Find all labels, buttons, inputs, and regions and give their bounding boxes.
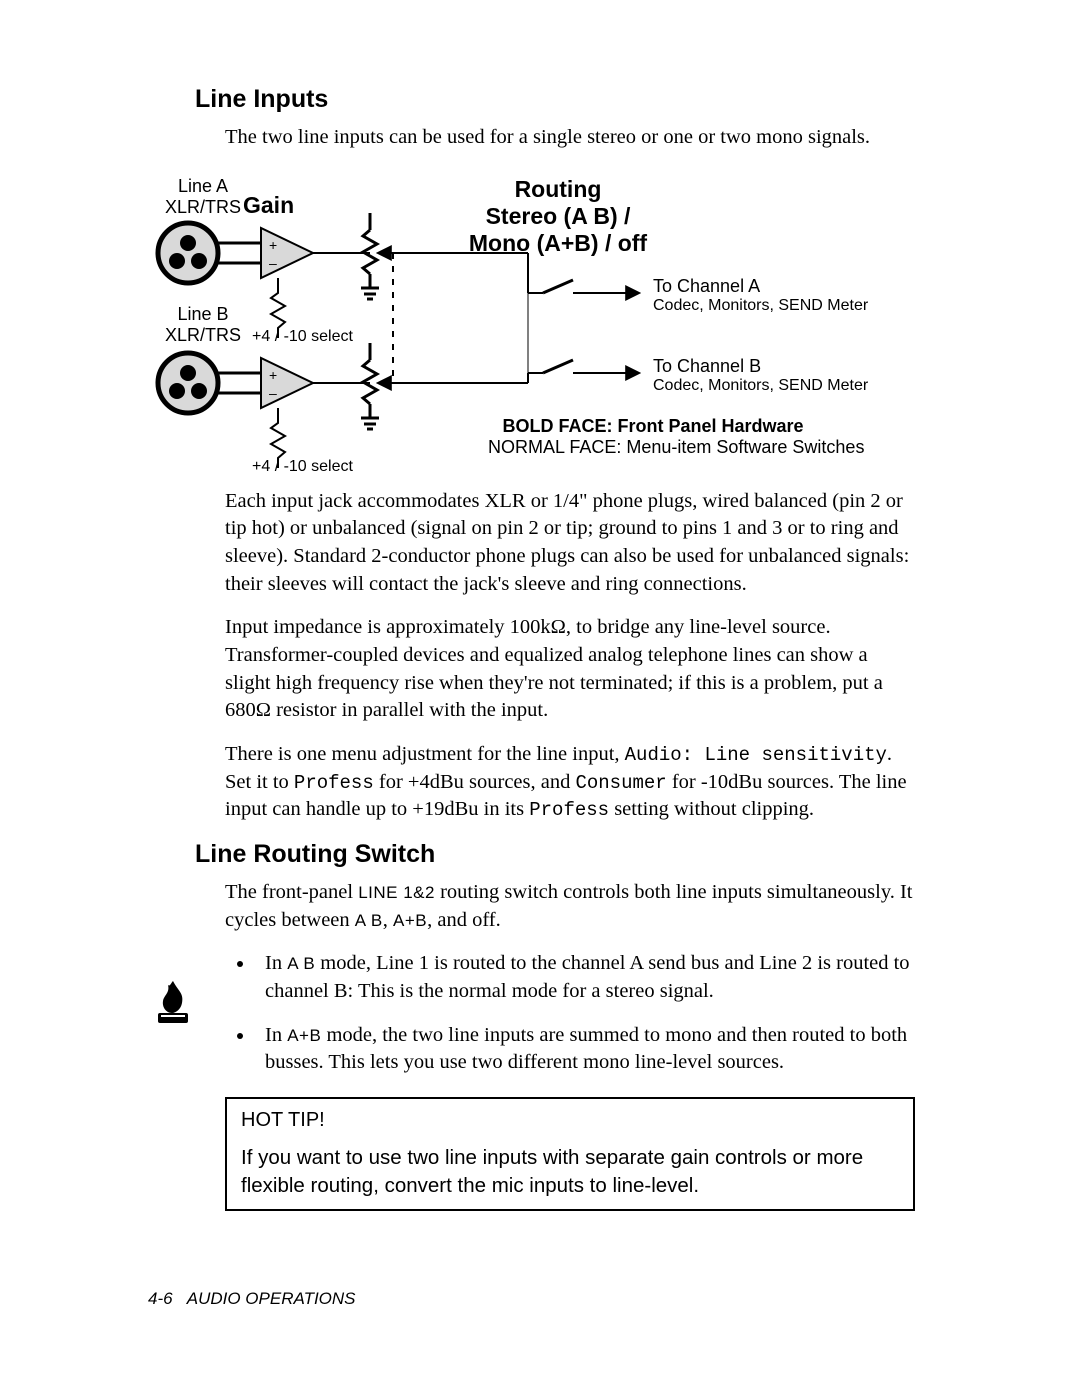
svg-text:–: – <box>269 255 277 271</box>
heading-line-inputs: Line Inputs <box>195 85 915 114</box>
list-item: In A+B mode, the two line inputs are sum… <box>255 1022 915 1077</box>
svg-text:+: + <box>269 367 277 383</box>
flame-icon <box>148 977 198 1027</box>
svg-text:+: + <box>269 237 277 253</box>
page-footer: 4-6 AUDIO OPERATIONS <box>148 1289 356 1309</box>
xlr-icon <box>158 353 218 413</box>
list-item: In A B mode, Line 1 is routed to the cha… <box>255 950 915 1005</box>
label-line-b: Line BXLR/TRS <box>158 304 248 346</box>
hot-tip-heading: HOT TIP! <box>241 1107 899 1134</box>
heading-line-routing-switch: Line Routing Switch <box>195 840 915 869</box>
label-to-channel-b: To Channel B Codec, Monitors, SEND Meter <box>653 356 868 395</box>
opamp-icon: + – <box>261 358 313 408</box>
label-select-b: +4 / -10 select <box>252 458 353 476</box>
label-to-channel-a: To Channel A Codec, Monitors, SEND Meter <box>653 276 868 315</box>
section-title: AUDIO OPERATIONS <box>187 1289 356 1308</box>
routing-mode-list: In A B mode, Line 1 is routed to the cha… <box>255 950 915 1077</box>
label-routing: Routing Stereo (A B) / Mono (A+B) / off <box>453 176 663 257</box>
label-gain: Gain <box>243 192 294 219</box>
page-number: 4-6 <box>148 1289 173 1308</box>
svg-text:–: – <box>269 385 277 401</box>
opamp-icon: + – <box>261 228 313 278</box>
para-li-intro: The two line inputs can be used for a si… <box>225 124 915 152</box>
label-select-a: +4 / -10 select <box>252 328 353 346</box>
para-menu: There is one menu adjustment for the lin… <box>225 741 915 824</box>
label-legend: BOLD FACE: Front Panel Hardware NORMAL F… <box>488 416 818 458</box>
hot-tip-body: If you want to use two line inputs with … <box>241 1146 863 1197</box>
para-impedance: Input impedance is approximately 100kΩ, … <box>225 614 915 725</box>
hot-tip-box: HOT TIP! If you want to use two line inp… <box>225 1097 915 1211</box>
signal-flow-diagram: + – + – <box>143 168 913 488</box>
para-routing-intro: The front-panel LINE 1&2 routing switch … <box>225 879 915 934</box>
label-line-a: Line AXLR/TRS <box>158 176 248 218</box>
page: Line Inputs The two line inputs can be u… <box>0 0 1080 1397</box>
xlr-icon <box>158 223 218 283</box>
para-jacks: Each input jack accommodates XLR or 1/4"… <box>225 488 915 599</box>
